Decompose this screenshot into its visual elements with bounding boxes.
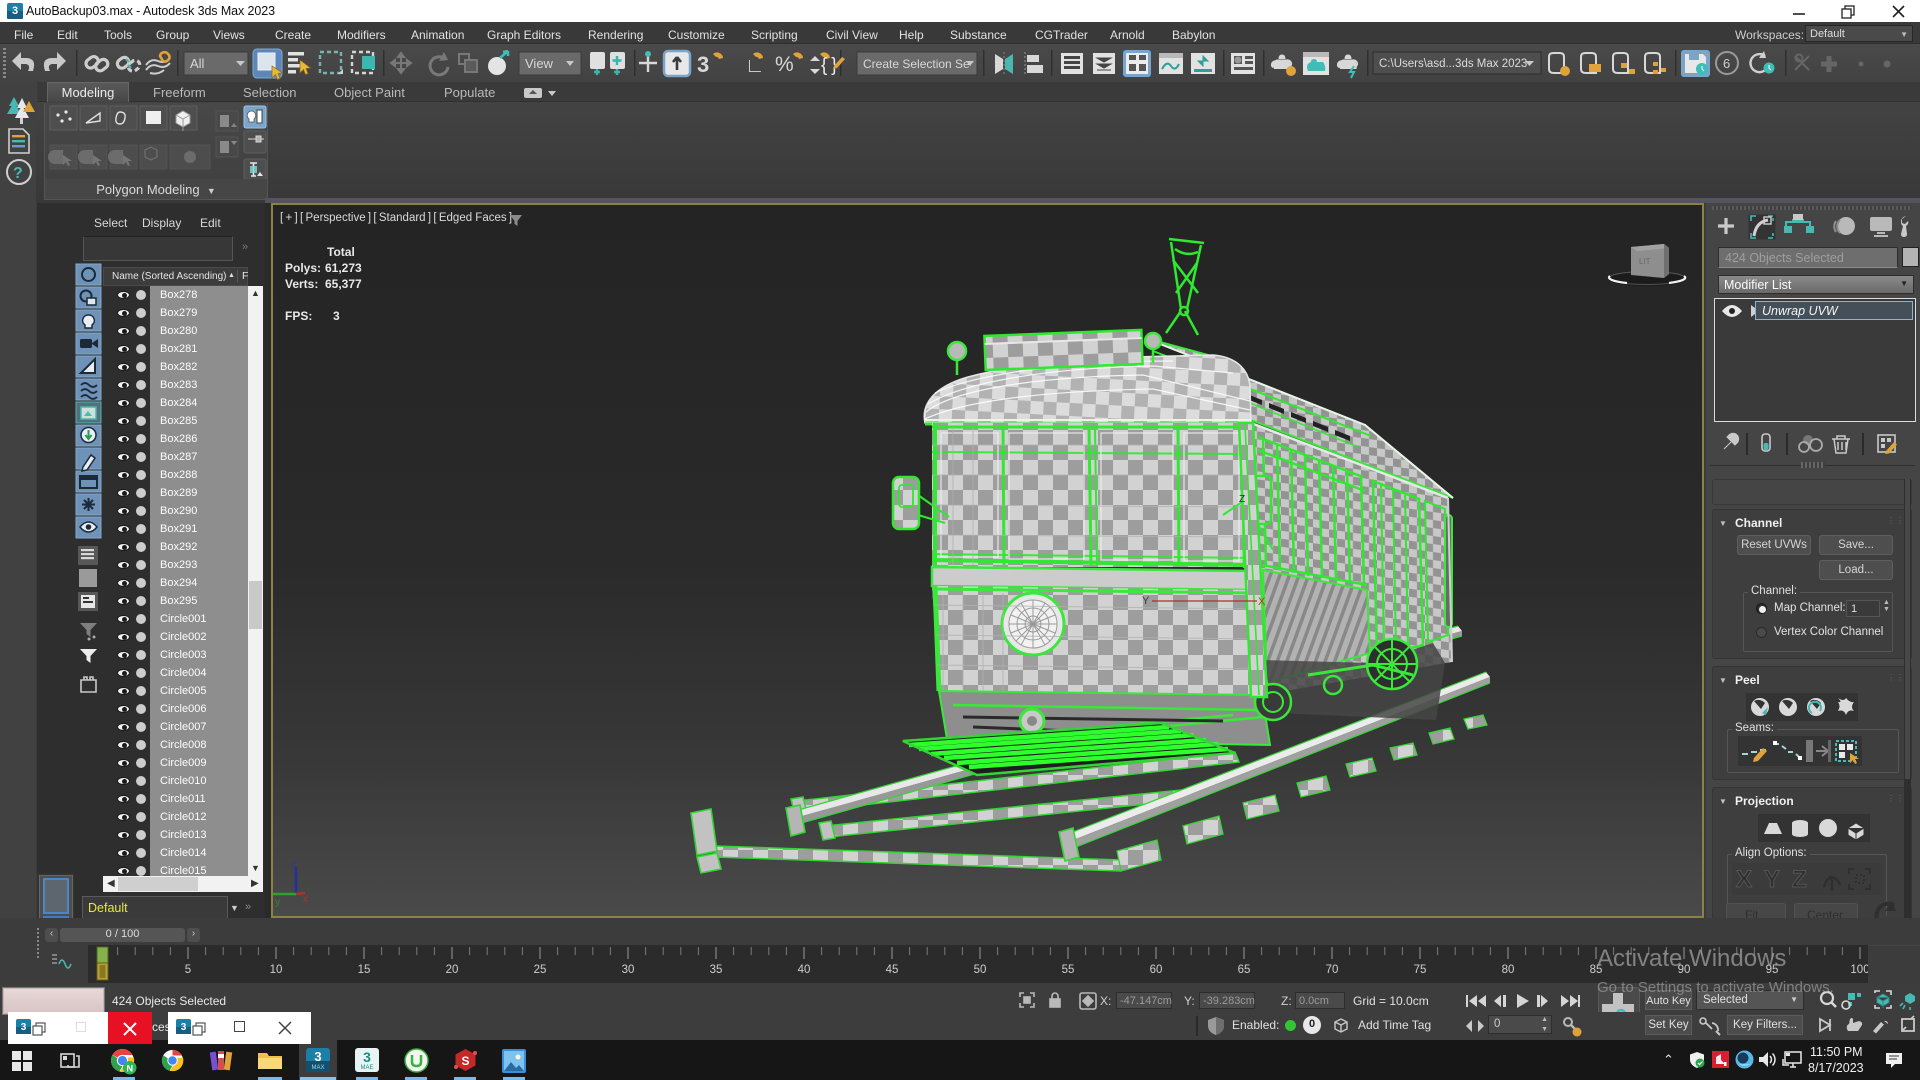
svg-text:100: 100 [1850, 964, 1868, 976]
svg-text:MAX: MAX [311, 1065, 324, 1071]
svg-text:90: 90 [1678, 964, 1691, 976]
svg-text:z: z [291, 859, 296, 870]
svg-text:Z: Z [1239, 494, 1245, 505]
svg-text:70: 70 [1326, 964, 1339, 976]
svg-text:60: 60 [1150, 964, 1163, 976]
svg-text:%: % [775, 53, 794, 76]
svg-text:?: ? [13, 165, 23, 182]
svg-text:30: 30 [622, 964, 635, 976]
svg-text:3: 3 [314, 1049, 321, 1064]
svg-text:85: 85 [1590, 964, 1603, 976]
svg-text:LIT: LIT [1639, 257, 1651, 266]
svg-text:3: 3 [12, 5, 18, 17]
svg-text:40: 40 [798, 964, 811, 976]
svg-text:50: 50 [974, 964, 987, 976]
svg-text:95: 95 [1766, 964, 1779, 976]
svg-text:View: View [525, 56, 554, 71]
svg-text:C:\Users\asd...3ds Max 2023: C:\Users\asd...3ds Max 2023 [1379, 58, 1527, 70]
svg-text:MAE: MAE [360, 1065, 373, 1071]
svg-text:3: 3 [697, 52, 709, 77]
svg-text:15: 15 [358, 964, 371, 976]
svg-text:65: 65 [1238, 964, 1251, 976]
svg-text:35: 35 [710, 964, 723, 976]
svg-text:x: x [303, 894, 308, 905]
svg-text:S: S [461, 1054, 469, 1068]
svg-text:All: All [190, 56, 205, 71]
svg-text:25: 25 [534, 964, 547, 976]
svg-text:6: 6 [1723, 56, 1730, 71]
svg-text:y: y [275, 897, 280, 908]
svg-text:5: 5 [185, 964, 191, 976]
svg-text:Create Selection Se: Create Selection Se [863, 57, 970, 71]
svg-text:75: 75 [1414, 964, 1427, 976]
svg-text:45: 45 [886, 964, 899, 976]
svg-text:X: X [1258, 596, 1266, 608]
svg-text:80: 80 [1502, 964, 1515, 976]
svg-text:20: 20 [446, 964, 459, 976]
svg-text:55: 55 [1062, 964, 1075, 976]
svg-text:Y: Y [1764, 866, 1780, 893]
svg-text:Z: Z [1792, 866, 1807, 893]
svg-text:N: N [126, 1063, 133, 1073]
svg-text:10: 10 [270, 964, 283, 976]
svg-text:Y: Y [1142, 595, 1150, 607]
svg-text:3: 3 [363, 1049, 371, 1065]
svg-text:X: X [1736, 866, 1752, 893]
